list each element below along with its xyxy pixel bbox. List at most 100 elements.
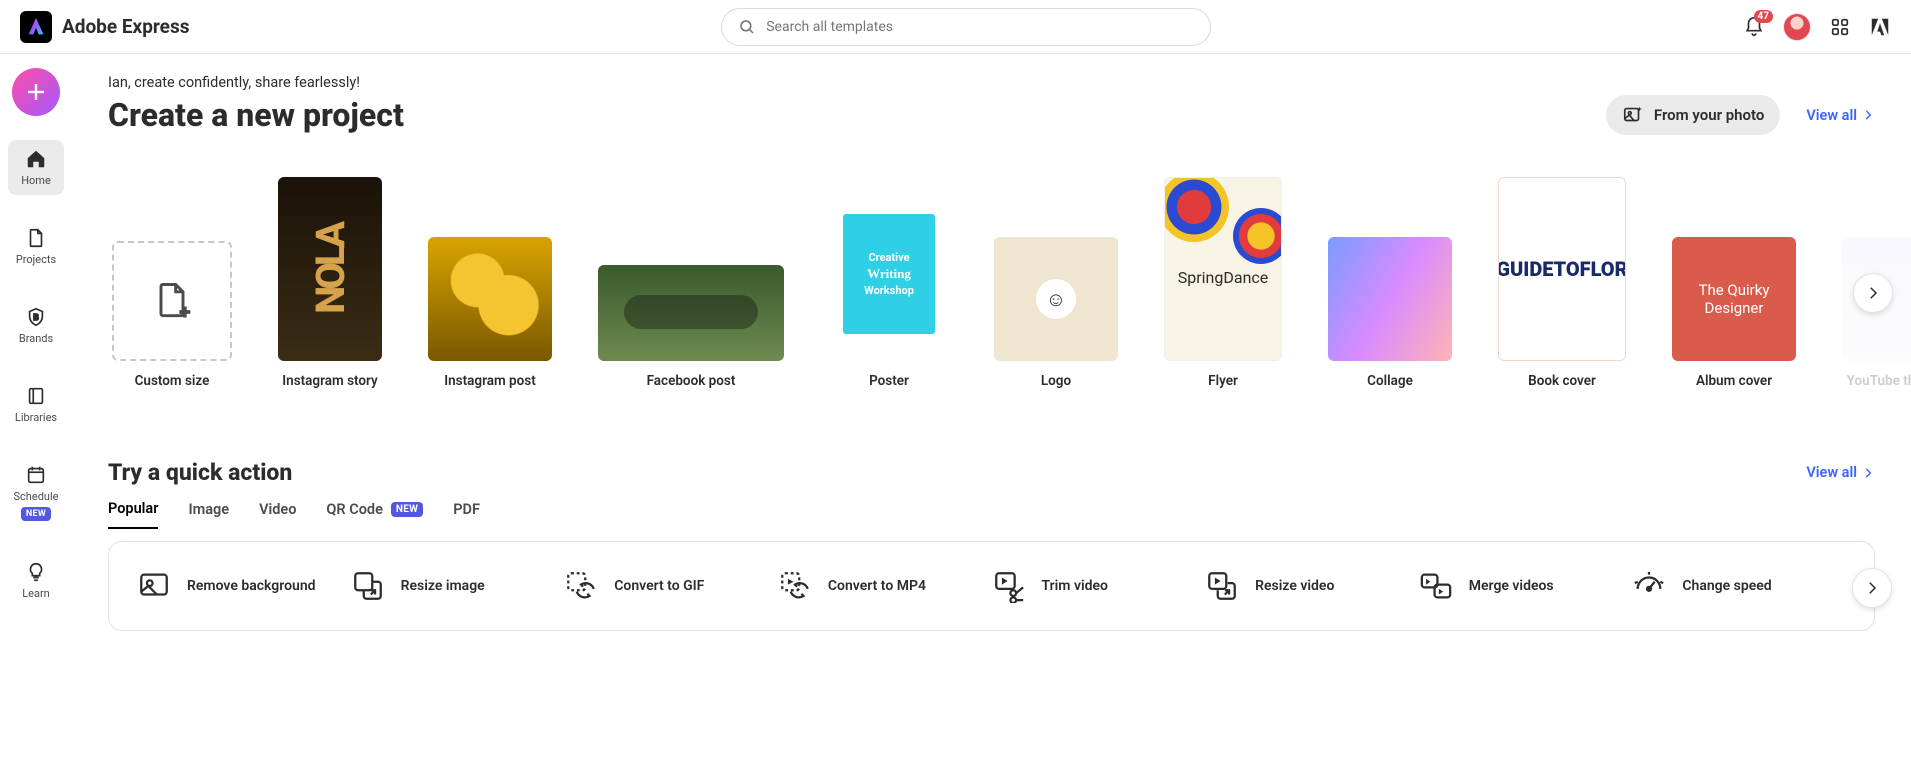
smiley-icon: ☺ [1036, 279, 1076, 319]
qa-resize-image[interactable]: Resize image [351, 569, 565, 603]
grid-icon [1829, 16, 1851, 38]
template-thumb: The Quirky Designer [1672, 237, 1796, 361]
top-bar: Adobe Express 47 [0, 0, 1911, 54]
rail-item-projects[interactable]: Projects [8, 219, 64, 274]
template-label: Album cover [1696, 373, 1772, 389]
custom-size-thumb [112, 241, 232, 361]
photo-sparkle-icon [1622, 104, 1644, 126]
template-instagram-story[interactable]: NOLA Instagram story [278, 177, 382, 389]
templates-view-all-link[interactable]: View all [1806, 107, 1875, 124]
qa-convert-to-mp4[interactable]: Convert to MP4 [778, 569, 992, 603]
template-label: YouTube th [1847, 373, 1911, 389]
page-title: Create a new project [108, 96, 404, 134]
template-collage[interactable]: Collage [1328, 237, 1452, 389]
template-label: Instagram story [282, 373, 377, 389]
resize-video-icon [1205, 569, 1239, 603]
search-icon [738, 18, 756, 36]
tab-image[interactable]: Image [188, 500, 229, 529]
template-thumb: Creative Writing Workshop [830, 177, 948, 361]
template-thumb: A GUIDE TO FLORA [1498, 177, 1626, 361]
trim-icon [992, 569, 1026, 603]
template-label: Custom size [135, 373, 210, 389]
template-label: Collage [1367, 373, 1413, 389]
calendar-icon [25, 464, 47, 486]
new-badge: NEW [391, 502, 423, 517]
rail-label: Schedule [14, 490, 59, 503]
notifications-count: 47 [1754, 10, 1773, 23]
app-logo-block[interactable]: Adobe Express [20, 11, 189, 43]
book-icon [25, 385, 47, 407]
template-label: Book cover [1528, 373, 1596, 389]
template-label: Instagram post [444, 373, 536, 389]
user-avatar[interactable] [1783, 13, 1811, 41]
file-plus-icon [150, 279, 194, 323]
create-button[interactable] [12, 68, 60, 116]
template-flyer[interactable]: Spring Dance Flyer [1164, 177, 1282, 389]
quick-action-title: Try a quick action [108, 459, 292, 486]
tab-video[interactable]: Video [259, 500, 296, 529]
file-icon [25, 227, 47, 249]
templates-scroll-next-button[interactable] [1853, 273, 1893, 313]
view-all-label: View all [1806, 107, 1857, 124]
rail-item-schedule[interactable]: Schedule NEW [8, 456, 64, 529]
speed-icon [1632, 569, 1666, 603]
template-poster[interactable]: Creative Writing Workshop Poster [830, 177, 948, 389]
tab-pdf[interactable]: PDF [453, 500, 480, 529]
app-switcher-button[interactable] [1829, 16, 1851, 38]
template-label: Poster [869, 373, 909, 389]
quick-action-scroll-next-button[interactable] [1852, 568, 1892, 608]
qa-resize-video[interactable]: Resize video [1205, 569, 1419, 603]
bulb-icon [25, 561, 47, 583]
tab-popular[interactable]: Popular [108, 500, 158, 529]
rail-item-brands[interactable]: B Brands [8, 298, 64, 353]
rail-label: Brands [19, 332, 53, 345]
tab-qr-code[interactable]: QR Code NEW [326, 500, 423, 529]
search-input[interactable] [721, 8, 1211, 46]
template-album-cover[interactable]: The Quirky Designer Album cover [1672, 237, 1796, 389]
merge-icon [1419, 569, 1453, 603]
chevron-right-icon [1864, 284, 1882, 302]
template-youtube-thumbnail[interactable]: YouTube th [1842, 237, 1911, 389]
app-name: Adobe Express [62, 15, 189, 38]
qa-remove-background[interactable]: Remove background [137, 569, 351, 603]
qa-change-speed[interactable]: Change speed [1632, 569, 1846, 603]
template-label: Flyer [1208, 373, 1238, 389]
notifications-button[interactable]: 47 [1743, 16, 1765, 38]
template-thumb: NOLA [278, 177, 382, 361]
from-your-photo-button[interactable]: From your photo [1606, 95, 1780, 135]
resize-image-icon [351, 569, 385, 603]
rail-item-home[interactable]: Home [8, 140, 64, 195]
chevron-right-icon [1861, 108, 1875, 122]
search-wrap [189, 8, 1743, 46]
template-thumb: ☺ [994, 237, 1118, 361]
view-all-label: View all [1806, 464, 1857, 481]
rail-label: Learn [22, 587, 50, 600]
greeting-text: Ian, create confidently, share fearlessl… [108, 74, 1875, 91]
adobe-menu-button[interactable] [1869, 16, 1891, 38]
template-custom-size[interactable]: Custom size [112, 241, 232, 389]
template-row: Custom size NOLA Instagram story Instagr… [108, 177, 1875, 389]
plus-icon [24, 80, 48, 104]
template-instagram-post[interactable]: Instagram post [428, 237, 552, 389]
rail-label: Home [21, 174, 51, 187]
qa-convert-to-gif[interactable]: Convert to GIF [564, 569, 778, 603]
qa-merge-videos[interactable]: Merge videos [1419, 569, 1633, 603]
search-field[interactable] [766, 19, 1194, 35]
rail-item-learn[interactable]: Learn [8, 553, 64, 608]
rail-label: Libraries [15, 411, 57, 424]
adobe-icon [1869, 16, 1891, 38]
template-logo[interactable]: ☺ Logo [994, 237, 1118, 389]
qa-trim-video[interactable]: Trim video [992, 569, 1206, 603]
template-thumb [428, 237, 552, 361]
quick-action-view-all-link[interactable]: View all [1806, 464, 1875, 481]
template-thumb [1328, 237, 1452, 361]
rail-item-libraries[interactable]: Libraries [8, 377, 64, 432]
quick-action-header: Try a quick action View all [108, 389, 1875, 486]
template-book-cover[interactable]: A GUIDE TO FLORA Book cover [1498, 177, 1626, 389]
new-badge: NEW [21, 507, 51, 521]
template-facebook-post[interactable]: Facebook post [598, 265, 784, 389]
home-icon [25, 148, 47, 170]
template-label: Logo [1041, 373, 1071, 389]
template-thumb: Spring Dance [1164, 177, 1282, 361]
quick-action-tabs: Popular Image Video QR Code NEW PDF [108, 500, 1875, 529]
